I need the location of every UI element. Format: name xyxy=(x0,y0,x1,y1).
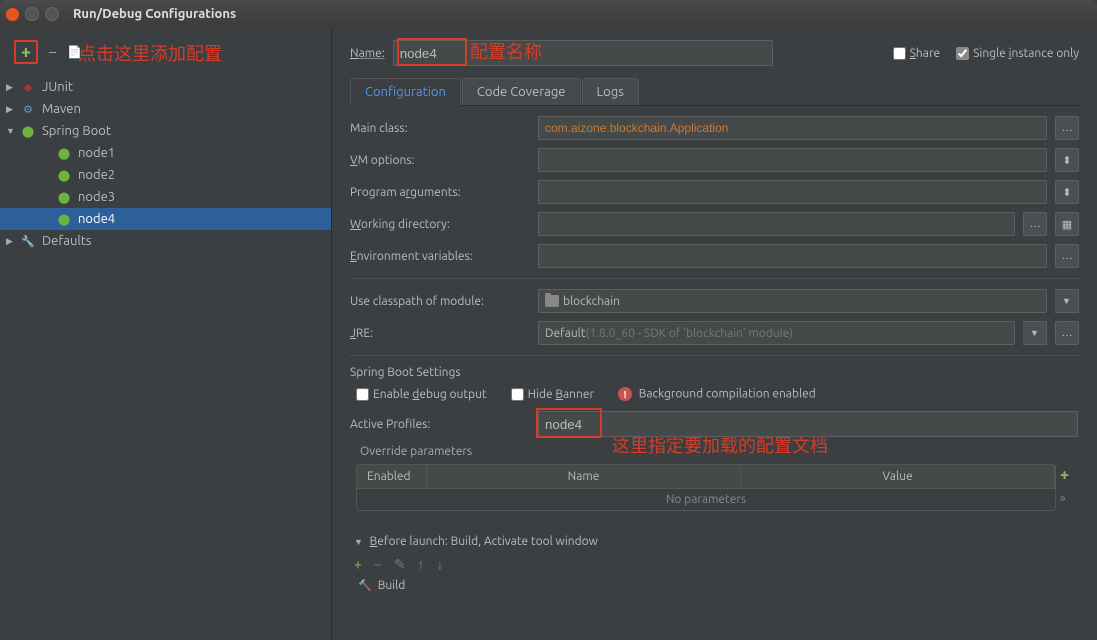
hammer-icon: 🔨 xyxy=(358,579,372,592)
expand-arrow-icon[interactable]: ▶ xyxy=(6,236,20,247)
tabs-bar: Configuration Code Coverage Logs xyxy=(350,78,1079,106)
th-name: Name xyxy=(427,465,741,488)
before-launch-section[interactable]: ▼ Before launch: Build, Activate tool wi… xyxy=(350,535,1079,548)
wrench-icon: 🔧 xyxy=(20,233,36,249)
main-class-input[interactable] xyxy=(538,116,1047,140)
jre-label: JRE: xyxy=(350,327,530,340)
dropdown-arrow-icon[interactable]: ▼ xyxy=(1023,321,1047,345)
window-titlebar: Run/Debug Configurations xyxy=(0,0,1097,28)
spring-settings-title: Spring Boot Settings xyxy=(350,366,1079,379)
single-instance-checkbox[interactable]: Single instance only xyxy=(956,47,1079,60)
junit-icon: ◆ xyxy=(20,79,36,95)
collapse-arrow-icon[interactable]: ▼ xyxy=(354,537,363,547)
override-params-section: Override parameters Enabled Name Value N… xyxy=(356,445,1073,511)
tree-label-maven: Maven xyxy=(42,102,81,116)
hide-banner-checkbox[interactable]: Hide Banner xyxy=(511,388,594,401)
more-params-button[interactable]: » xyxy=(1056,490,1073,507)
tree-label-spring: Spring Boot xyxy=(42,124,111,138)
expand-args-button[interactable]: ⬍ xyxy=(1055,180,1079,204)
window-title: Run/Debug Configurations xyxy=(73,7,236,21)
tree-item-node3[interactable]: ⬤ node3 xyxy=(0,186,331,208)
warning-icon: ! xyxy=(618,387,632,401)
add-task-button[interactable]: + xyxy=(354,556,362,573)
debug-output-checkbox[interactable]: Enable debug output xyxy=(356,388,487,401)
folder-icon xyxy=(545,295,559,307)
working-dir-label: Working directory: xyxy=(350,218,530,231)
collapse-arrow-icon[interactable]: ▼ xyxy=(6,126,20,136)
tree-item-junit[interactable]: ▶ ◆ JUnit xyxy=(0,76,331,98)
remove-task-button[interactable]: − xyxy=(374,556,382,573)
divider xyxy=(350,355,1079,356)
jre-select[interactable]: Default (1.8.0_60 - SDK of 'blockchain' … xyxy=(538,321,1015,345)
override-table-header: Enabled Name Value xyxy=(356,464,1056,489)
bg-compile-status: ! Background compilation enabled xyxy=(618,387,816,401)
expand-vm-options-button[interactable]: ⬍ xyxy=(1055,148,1079,172)
tab-configuration[interactable]: Configuration xyxy=(350,78,461,106)
move-down-button[interactable]: ↓ xyxy=(437,556,444,573)
th-enabled: Enabled xyxy=(357,465,427,488)
spring-icon: ⬤ xyxy=(56,189,72,205)
edit-env-button[interactable]: … xyxy=(1055,244,1079,268)
env-vars-label: Environment variables: xyxy=(350,250,530,263)
override-table-body: No parameters xyxy=(356,489,1056,511)
tab-logs[interactable]: Logs xyxy=(582,78,639,105)
spring-icon: ⬤ xyxy=(20,123,36,139)
tree-item-defaults[interactable]: ▶ 🔧 Defaults xyxy=(0,230,331,252)
tree-item-node2[interactable]: ⬤ node2 xyxy=(0,164,331,186)
expand-arrow-icon[interactable]: ▶ xyxy=(6,82,20,93)
active-profiles-input[interactable] xyxy=(538,411,1078,437)
tree-label-junit: JUnit xyxy=(42,80,73,94)
maximize-window-icon[interactable] xyxy=(45,7,59,21)
th-value: Value xyxy=(741,465,1055,488)
tree-item-node4[interactable]: ⬤ node4 xyxy=(0,208,331,230)
minimize-window-icon[interactable] xyxy=(25,7,39,21)
expand-arrow-icon[interactable]: ▶ xyxy=(6,104,20,115)
tree-item-spring-boot[interactable]: ▼ ⬤ Spring Boot xyxy=(0,120,331,142)
working-dir-input[interactable] xyxy=(538,212,1015,236)
before-launch-toolbar: + − ✎ ↑ ↓ xyxy=(350,556,1079,573)
vm-options-label: VM options: xyxy=(350,154,530,167)
active-profiles-label: Active Profiles: xyxy=(350,418,530,431)
env-vars-input[interactable] xyxy=(538,244,1047,268)
spring-icon: ⬤ xyxy=(56,167,72,183)
tree-item-maven[interactable]: ▶ ⚙ Maven xyxy=(0,98,331,120)
program-args-input[interactable] xyxy=(538,180,1047,204)
move-up-button[interactable]: ↑ xyxy=(418,556,425,573)
config-tree-pane: + − 📄 ▶ ◆ JUnit ▶ ⚙ Maven ▼ ⬤ Spring Boo… xyxy=(0,28,332,640)
remove-config-button[interactable]: − xyxy=(48,43,57,61)
maven-icon: ⚙ xyxy=(20,101,36,117)
browse-jre-button[interactable]: … xyxy=(1055,321,1079,345)
classpath-label: Use classpath of module: xyxy=(350,295,530,308)
main-class-label: Main class: xyxy=(350,122,530,135)
override-title: Override parameters xyxy=(356,445,1073,458)
add-config-button[interactable]: + xyxy=(14,40,38,64)
tree-item-node1[interactable]: ⬤ node1 xyxy=(0,142,331,164)
dropdown-arrow-icon[interactable]: ▼ xyxy=(1055,289,1079,313)
build-task-item[interactable]: 🔨 Build xyxy=(350,579,1079,592)
browse-dir-button[interactable]: … xyxy=(1023,212,1047,236)
config-tree: ▶ ◆ JUnit ▶ ⚙ Maven ▼ ⬤ Spring Boot ⬤ no… xyxy=(0,74,331,252)
name-label: Name: xyxy=(350,47,385,60)
spring-icon: ⬤ xyxy=(56,211,72,227)
vm-options-input[interactable] xyxy=(538,148,1047,172)
edit-task-button[interactable]: ✎ xyxy=(394,556,406,573)
spring-icon: ⬤ xyxy=(56,145,72,161)
share-checkbox[interactable]: Share xyxy=(893,47,940,60)
classpath-select[interactable]: blockchain xyxy=(538,289,1047,313)
config-form-pane: Name: Share Single instance only Configu… xyxy=(332,28,1097,640)
tab-code-coverage[interactable]: Code Coverage xyxy=(462,78,581,105)
browse-main-class-button[interactable]: … xyxy=(1055,116,1079,140)
program-args-label: Program arguments: xyxy=(350,186,530,199)
config-name-input[interactable] xyxy=(393,40,773,66)
copy-config-icon[interactable]: 📄 xyxy=(67,45,82,59)
close-window-icon[interactable] xyxy=(6,8,19,21)
add-param-button[interactable]: + xyxy=(1056,464,1073,486)
macros-button[interactable]: ▦ xyxy=(1055,212,1079,236)
divider xyxy=(350,278,1079,279)
